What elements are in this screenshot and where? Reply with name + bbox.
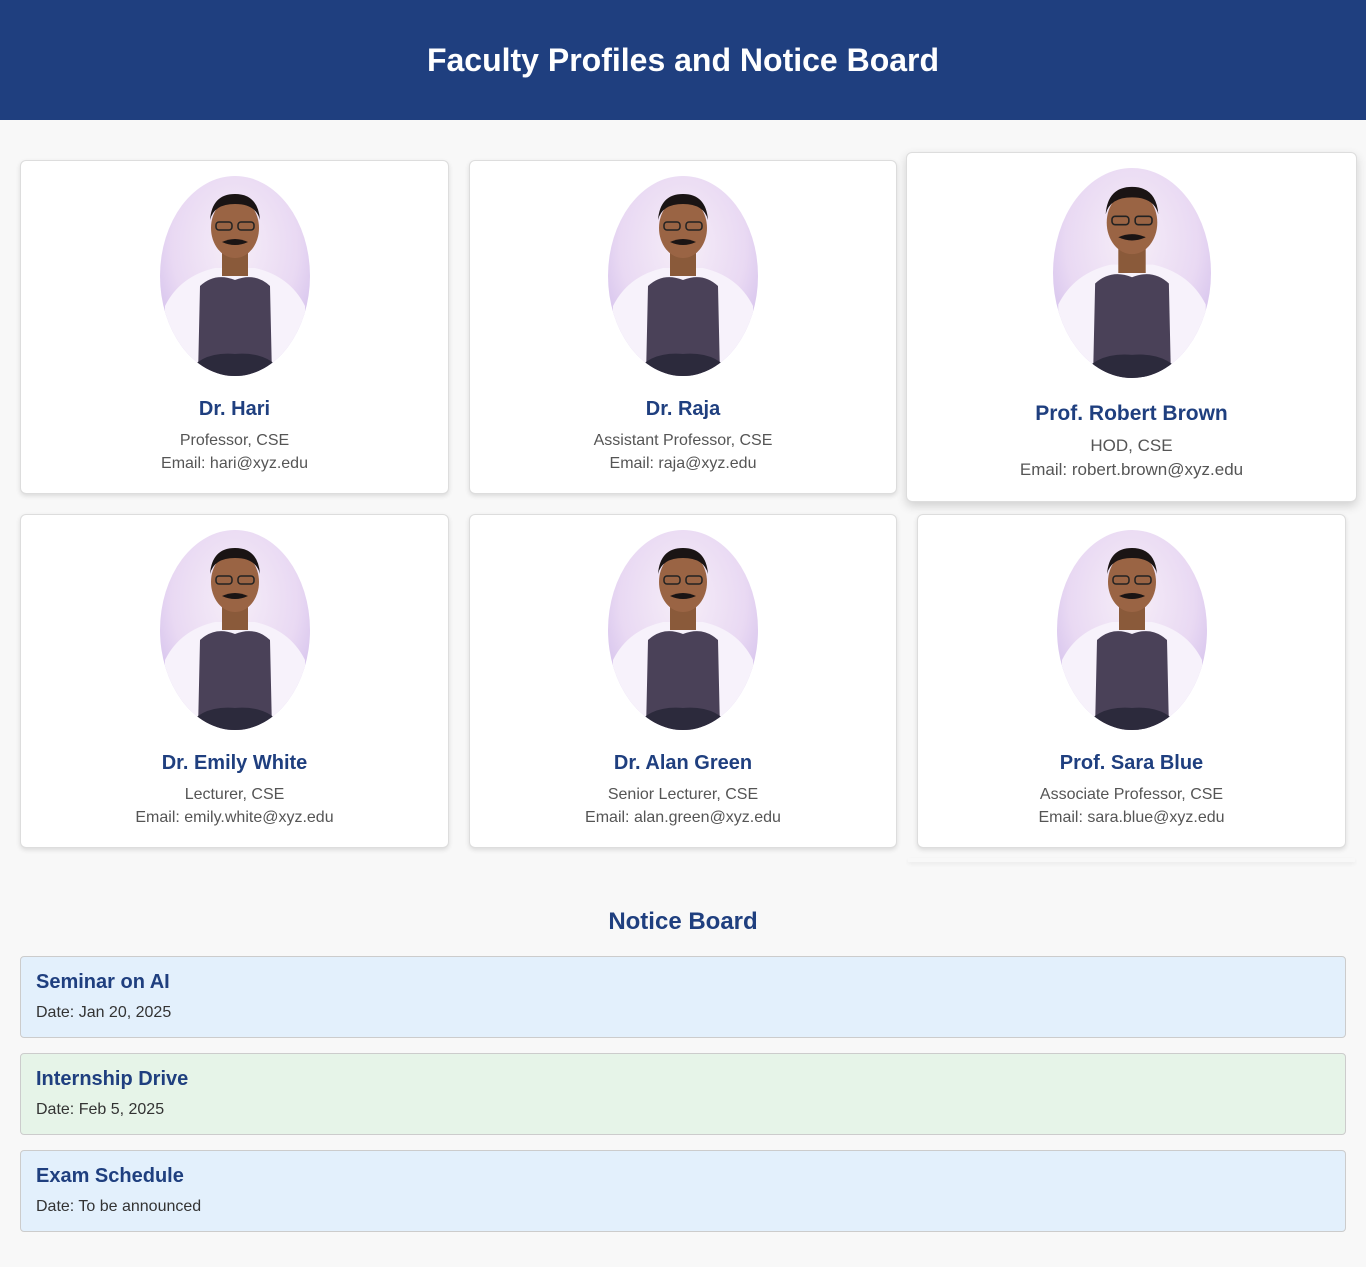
faculty-name: Prof. Robert Brown [1035, 402, 1228, 425]
faculty-name: Dr. Raja [645, 398, 721, 420]
faculty-role: HOD, CSE [1090, 436, 1173, 455]
notice-date: Date: Jan 20, 2025 [36, 1004, 172, 1021]
faculty-email: Email: robert.brown@xyz.edu [1019, 460, 1244, 479]
faculty-email: Email: raja@xyz.edu [609, 455, 757, 472]
faculty-name: Dr. Emily White [161, 752, 308, 774]
faculty-role: Senior Lecturer, CSE [607, 786, 759, 803]
site-header: Faculty Profiles and Notice Board [0, 0, 1366, 120]
notice-item: Exam Schedule Date: To be announced [20, 1150, 1346, 1232]
notice-list: Seminar on AI Date: Jan 20, 2025 Interns… [20, 956, 1346, 1232]
grid-divider [908, 858, 1355, 862]
faculty-name: Dr. Alan Green [613, 752, 753, 774]
notice-item: Internship Drive Date: Feb 5, 2025 [20, 1053, 1346, 1135]
notice-title: Exam Schedule [36, 1165, 184, 1187]
faculty-card: Dr. Alan Green Senior Lecturer, CSE Emai… [469, 514, 897, 848]
faculty-role: Assistant Professor, CSE [593, 432, 773, 449]
notice-board: Notice Board Seminar on AI Date: Jan 20,… [0, 908, 1366, 1232]
faculty-name: Prof. Sara Blue [1059, 752, 1204, 774]
faculty-photo [159, 176, 310, 376]
faculty-photo [159, 530, 310, 730]
faculty-card: Prof. Sara Blue Associate Professor, CSE… [917, 514, 1346, 848]
notice-title: Internship Drive [36, 1068, 189, 1090]
faculty-role: Professor, CSE [179, 432, 290, 449]
faculty-photo [608, 530, 758, 730]
notice-board-heading: Notice Board [608, 908, 758, 935]
notice-date: Date: Feb 5, 2025 [36, 1101, 165, 1118]
faculty-email: Email: emily.white@xyz.edu [135, 809, 334, 826]
main-content: Dr. Hari Professor, CSE Email: hari@xyz.… [0, 120, 1366, 1232]
notice-item: Seminar on AI Date: Jan 20, 2025 [20, 956, 1346, 1038]
faculty-photo [1056, 530, 1207, 730]
faculty-card: Dr. Hari Professor, CSE Email: hari@xyz.… [20, 160, 449, 494]
faculty-email: Email: alan.green@xyz.edu [585, 809, 781, 826]
faculty-card: Prof. Robert Brown HOD, CSE Email: rober… [906, 152, 1357, 502]
faculty-card: Dr. Emily White Lecturer, CSE Email: emi… [20, 514, 449, 848]
notice-title: Seminar on AI [36, 971, 170, 993]
notice-date: Date: To be announced [36, 1198, 202, 1215]
faculty-card: Dr. Raja Assistant Professor, CSE Email:… [469, 160, 897, 494]
faculty-role: Lecturer, CSE [184, 786, 285, 803]
faculty-role: Associate Professor, CSE [1039, 786, 1224, 803]
page-title: Faculty Profiles and Notice Board [426, 41, 940, 78]
faculty-grid: Dr. Hari Professor, CSE Email: hari@xyz.… [0, 120, 1366, 860]
faculty-email: Email: sara.blue@xyz.edu [1038, 809, 1225, 826]
faculty-photo [608, 176, 758, 376]
faculty-photo [1052, 168, 1211, 378]
faculty-email: Email: hari@xyz.edu [161, 455, 308, 472]
faculty-name: Dr. Hari [198, 398, 271, 420]
